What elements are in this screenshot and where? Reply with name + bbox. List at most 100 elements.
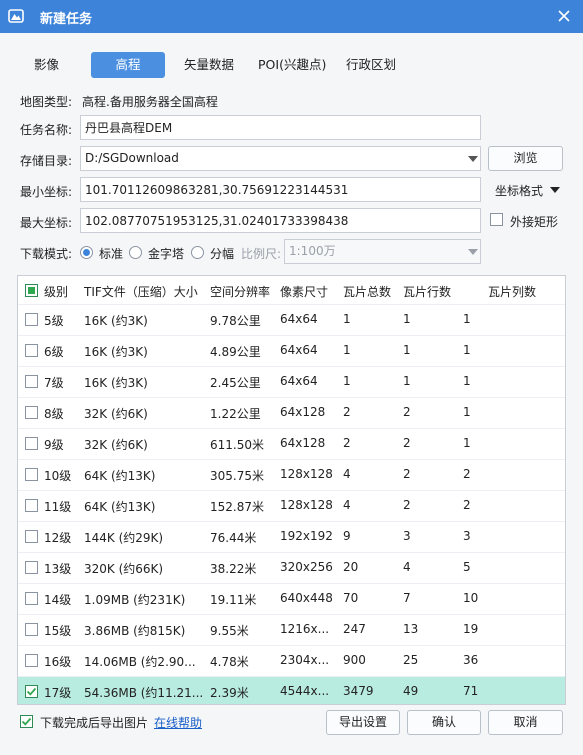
cell-tif-size: 144K (约29K) — [84, 531, 164, 545]
cell-level: 17级 — [44, 686, 72, 700]
cell-tile-cols: 1 — [463, 312, 471, 326]
cell-resolution: 9.55米 — [210, 624, 249, 638]
row-checkbox[interactable] — [25, 623, 38, 636]
row-checkbox[interactable] — [25, 344, 38, 357]
coord-format-label: 坐标格式 — [495, 184, 544, 198]
table-row[interactable]: 8级 32K (约6K) 1.22公里 64x128 2 2 1 — [18, 397, 565, 428]
table-row[interactable]: 17级 54.36MB (约11.21... 2.39米 4544x... 3479 49… — [18, 676, 565, 704]
cell-resolution: 2.39米 — [210, 686, 249, 700]
row-checkbox[interactable] — [25, 406, 38, 419]
confirm-button[interactable]: 确认 — [407, 710, 481, 735]
online-help-link[interactable]: 在线帮助 — [154, 714, 202, 731]
table-row[interactable]: 6级 16K (约3K) 4.89公里 64x64 1 1 1 — [18, 335, 565, 366]
cell-tile-rows: 2 — [403, 467, 411, 481]
cell-resolution: 9.78公里 — [210, 314, 261, 328]
table-row[interactable]: 11级 64K (约13K) 152.87米 128x128 4 2 2 — [18, 490, 565, 521]
window-title: 新建任务 — [40, 12, 93, 27]
cell-tile-rows: 3 — [403, 529, 411, 543]
cell-level: 8级 — [44, 407, 64, 421]
cell-pixel-size: 1216x... — [280, 622, 330, 636]
tab-admin-division[interactable]: 行政区划 — [346, 52, 396, 78]
mode-sheet-radio[interactable] — [191, 246, 204, 259]
cell-tif-size: 16K (约3K) — [84, 345, 148, 359]
task-name-input[interactable] — [80, 115, 481, 140]
cell-resolution: 611.50米 — [210, 438, 264, 452]
tab-imagery[interactable]: 影像 — [34, 52, 59, 78]
tab-vector-data[interactable]: 矢量数据 — [184, 52, 234, 78]
mode-pyramid-radio[interactable] — [129, 246, 142, 259]
cell-tile-rows: 2 — [403, 405, 411, 419]
row-checkbox[interactable] — [25, 437, 38, 450]
export-after-download-checkbox[interactable] — [20, 715, 33, 728]
cell-tile-cols: 3 — [463, 529, 471, 543]
header-level: 级别 — [44, 285, 69, 299]
task-name-label: 任务名称: — [20, 123, 73, 137]
table-row[interactable]: 14级 1.09MB (约231K) 19.11米 640x448 70 7 10 — [18, 583, 565, 614]
cell-tile-total: 4 — [343, 498, 351, 512]
mode-standard-label: 标准 — [99, 247, 124, 261]
row-checkbox[interactable] — [25, 499, 38, 512]
min-coord-label: 最小坐标: — [20, 185, 73, 199]
row-checkbox[interactable] — [25, 375, 38, 388]
cell-resolution: 19.11米 — [210, 593, 257, 607]
cell-tile-total: 20 — [343, 560, 359, 574]
cell-pixel-size: 64x128 — [280, 405, 326, 419]
table-row[interactable]: 16级 14.06MB (约2.90... 4.78米 2304x... 900 25 36 — [18, 645, 565, 676]
level-table: 级别 TIF文件（压缩）大小 空间分辨率 像素尺寸 瓦片总数 瓦片行数 瓦片列数… — [17, 275, 566, 705]
row-checkbox[interactable] — [25, 468, 38, 481]
scale-select[interactable]: 1:100万 — [284, 239, 481, 264]
cell-tile-total: 247 — [343, 622, 366, 636]
cell-tile-total: 2 — [343, 405, 351, 419]
cell-level: 6级 — [44, 345, 64, 359]
row-checkbox[interactable] — [25, 561, 38, 574]
cell-tile-cols: 71 — [463, 684, 479, 698]
cell-pixel-size: 2304x... — [280, 653, 330, 667]
table-row[interactable]: 15级 3.86MB (约815K) 9.55米 1216x... 247 13 19 — [18, 614, 565, 645]
cell-tif-size: 64K (约13K) — [84, 469, 156, 483]
header-tile-rows: 瓦片行数 — [403, 285, 452, 299]
row-checkbox[interactable] — [25, 313, 38, 326]
cell-tile-total: 70 — [343, 591, 359, 605]
cell-tile-rows: 1 — [403, 374, 411, 388]
cell-tif-size: 16K (约3K) — [84, 314, 148, 328]
table-row[interactable]: 13级 320K (约66K) 38.22米 320x256 20 4 5 — [18, 552, 565, 583]
scale-dropdown-arrow-icon[interactable] — [468, 249, 478, 255]
row-checkbox[interactable] — [25, 685, 38, 698]
row-checkbox[interactable] — [25, 592, 38, 605]
cell-tif-size: 54.36MB (约11.21... — [84, 686, 204, 700]
storage-dir-select[interactable]: D:/SGDownload — [80, 146, 481, 171]
bbox-checkbox[interactable] — [490, 213, 503, 226]
browse-button[interactable]: 浏览 — [488, 146, 563, 171]
new-task-dialog: 新建任务 影像 高程 矢量数据 POI(兴趣点) 行政区划 地图类型: 高程.备… — [0, 0, 583, 755]
storage-dir-label: 存储目录: — [20, 154, 73, 168]
cell-level: 16级 — [44, 655, 72, 669]
header-resolution: 空间分辨率 — [210, 285, 271, 299]
mode-standard-radio[interactable] — [80, 246, 93, 259]
tab-elevation[interactable]: 高程 — [91, 52, 165, 78]
cell-tile-rows: 49 — [403, 684, 419, 698]
coord-format-menu[interactable]: 坐标格式 — [495, 182, 560, 199]
cell-tile-total: 900 — [343, 653, 366, 667]
close-icon[interactable] — [555, 7, 573, 25]
header-tif-size: TIF文件（压缩）大小 — [84, 285, 198, 299]
tab-poi[interactable]: POI(兴趣点) — [258, 52, 326, 78]
cell-tile-rows: 1 — [403, 343, 411, 357]
table-row[interactable]: 10级 64K (约13K) 305.75米 128x128 4 2 2 — [18, 459, 565, 490]
storage-dropdown-arrow-icon[interactable] — [468, 156, 478, 162]
cell-tif-size: 32K (约6K) — [84, 438, 148, 452]
map-type-label: 地图类型: — [20, 95, 73, 109]
row-checkbox[interactable] — [25, 654, 38, 667]
table-row[interactable]: 5级 16K (约3K) 9.78公里 64x64 1 1 1 — [18, 304, 565, 335]
cell-tile-rows: 1 — [403, 312, 411, 326]
table-row[interactable]: 9级 32K (约6K) 611.50米 64x128 2 2 1 — [18, 428, 565, 459]
max-coord-input[interactable] — [80, 208, 481, 233]
select-all-checkbox[interactable] — [25, 284, 38, 297]
cell-tile-cols: 1 — [463, 374, 471, 388]
table-row[interactable]: 7级 16K (约3K) 2.45公里 64x64 1 1 1 — [18, 366, 565, 397]
table-row[interactable]: 12级 144K (约29K) 76.44米 192x192 9 3 3 — [18, 521, 565, 552]
cancel-button[interactable]: 取消 — [488, 710, 563, 735]
export-settings-button[interactable]: 导出设置 — [326, 710, 400, 735]
cell-level: 5级 — [44, 314, 64, 328]
min-coord-input[interactable] — [80, 177, 481, 202]
row-checkbox[interactable] — [25, 530, 38, 543]
